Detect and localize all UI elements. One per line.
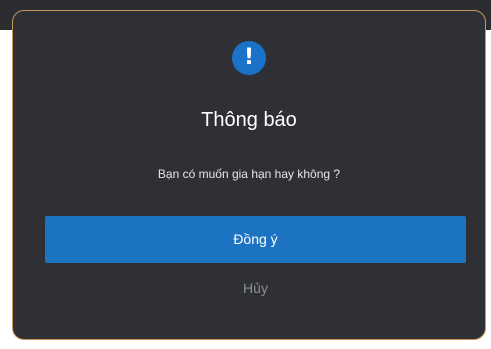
cancel-button[interactable]: Hủy	[45, 271, 466, 305]
exclamation-icon: !	[232, 41, 266, 75]
dialog-message: Bạn có muốn gia hạn hay không ?	[157, 167, 341, 181]
notification-dialog: ! Thông báo Bạn có muốn gia hạn hay khôn…	[12, 10, 486, 340]
dialog-title: Thông báo	[201, 109, 297, 131]
confirm-button[interactable]: Đồng ý	[45, 216, 466, 263]
